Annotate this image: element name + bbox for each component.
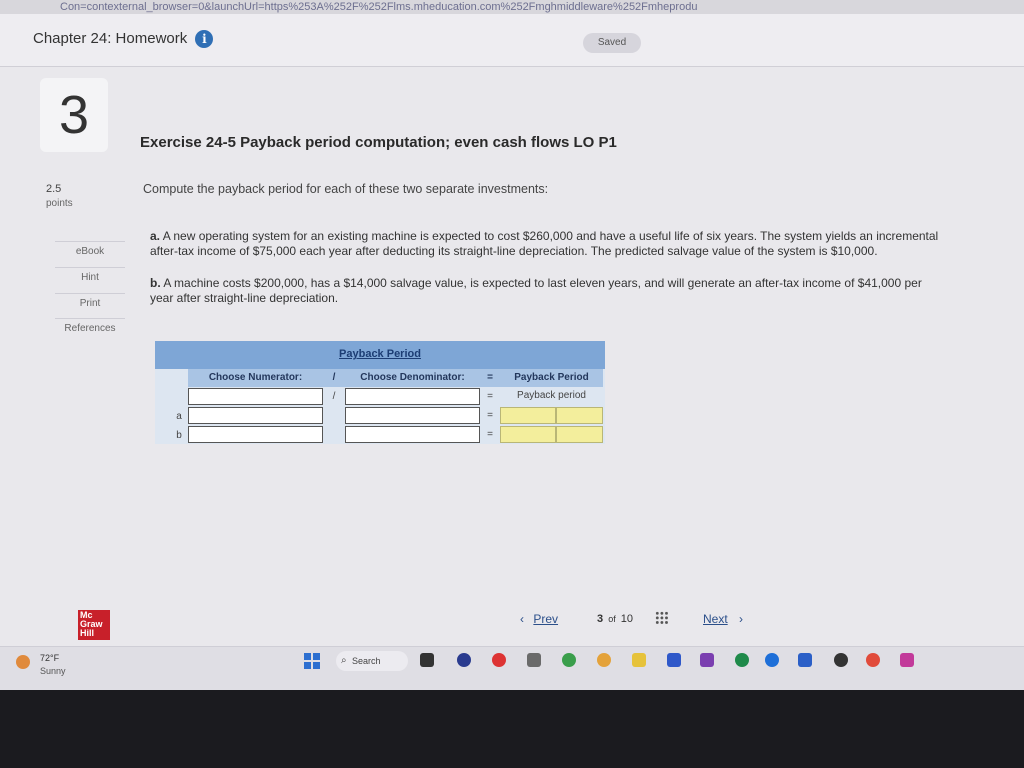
url-text: Con=contexternal_browser=0&launchUrl=htt… [60, 1, 698, 13]
chapter-title: Chapter 24: Homework i [33, 30, 214, 49]
chrome-icon[interactable] [492, 653, 506, 667]
weather-sun-icon[interactable] [16, 655, 30, 669]
part-a-label: a. [150, 229, 161, 243]
file-explorer-icon[interactable] [632, 653, 646, 667]
search-icon: ⌕ [341, 655, 347, 666]
numerator-header: Choose Numerator: [188, 369, 323, 387]
row-b-equals: = [487, 429, 493, 440]
denominator-header: Choose Denominator: [345, 369, 480, 387]
search-label: Search [352, 656, 381, 666]
page-current: 3 [597, 613, 604, 625]
ebook-button[interactable]: eBook [55, 241, 125, 262]
row-b-result-unit[interactable] [556, 426, 603, 443]
points-value: 2.5 [46, 183, 62, 195]
edge-icon[interactable] [735, 653, 749, 667]
equals-subheader: = [487, 391, 493, 402]
row-a-result-unit[interactable] [556, 407, 603, 424]
row-b-result-input[interactable] [500, 426, 556, 443]
question-number: 3 [40, 78, 108, 152]
task-view-icon[interactable] [420, 653, 434, 667]
denominator-subheader-cell [345, 388, 480, 405]
mcgraw-hill-logo: Mc Graw Hill [78, 610, 110, 640]
app-icon-3[interactable] [900, 653, 914, 667]
row-a-result-input[interactable] [500, 407, 556, 424]
part-a-text: A new operating system for an existing m… [150, 229, 939, 258]
result-header: Payback Period [500, 369, 603, 387]
question-grid-icon[interactable] [655, 611, 669, 625]
next-button[interactable]: Next › [703, 612, 743, 626]
page-indicator: 3 of 10 [597, 613, 633, 625]
chapter-title-text: Chapter 24: Homework [33, 30, 188, 47]
exercise-intro: Compute the payback period for each of t… [143, 182, 549, 196]
exercise-title: Exercise 24-5 Payback period computation… [140, 134, 617, 151]
numerator-subheader-cell [188, 388, 323, 405]
row-a-numerator-input[interactable] [188, 407, 323, 424]
browser-icon[interactable] [562, 653, 576, 667]
settings-icon[interactable] [834, 653, 848, 667]
windows-start-icon[interactable] [304, 653, 320, 669]
windows-taskbar: 72°F Sunny ⌕ Search [0, 646, 1024, 690]
row-b-numerator-input[interactable] [188, 426, 323, 443]
word-icon[interactable] [798, 653, 812, 667]
part-a: a. A new operating system for an existin… [150, 229, 940, 259]
chrome-icon-2[interactable] [866, 653, 880, 667]
hint-button[interactable]: Hint [55, 267, 125, 288]
store-icon[interactable] [667, 653, 681, 667]
equals-header: = [480, 369, 500, 387]
divide-header: / [323, 369, 345, 387]
part-b-text: A machine costs $200,000, has a $14,000 … [150, 276, 922, 305]
page-total: 10 [620, 613, 634, 625]
row-b-denominator-input[interactable] [345, 426, 480, 443]
screen: Con=contexternal_browser=0&launchUrl=htt… [0, 0, 1024, 690]
prev-button[interactable]: ‹ Prev [520, 612, 558, 626]
part-b: b. A machine costs $200,000, has a $14,0… [150, 276, 940, 306]
page-of: of [608, 614, 616, 624]
payback-worksheet: Payback Period Choose Numerator: / Choos… [155, 341, 605, 444]
worksheet-title[interactable]: Payback Period [155, 348, 605, 360]
row-a-equals: = [487, 410, 493, 421]
weather-condition: Sunny [40, 666, 66, 676]
app-icon-2[interactable] [765, 653, 779, 667]
taskbar-search[interactable]: ⌕ Search [336, 651, 408, 671]
references-button[interactable]: References [55, 318, 125, 339]
points-label: points [46, 198, 73, 209]
music-icon[interactable] [597, 653, 611, 667]
assignment-header: Chapter 24: Homework i Saved [0, 14, 1024, 67]
weather-temperature: 72°F [40, 653, 60, 663]
chevron-left-icon: ‹ [520, 612, 524, 626]
chat-icon[interactable] [457, 653, 471, 667]
chevron-right-icon: › [739, 612, 744, 626]
info-icon[interactable]: i [195, 30, 214, 49]
address-bar[interactable]: Con=contexternal_browser=0&launchUrl=htt… [0, 0, 1024, 14]
result-subheader: Payback period [500, 388, 603, 405]
print-button[interactable]: Print [55, 293, 125, 314]
next-label: Next [703, 612, 728, 626]
row-b-label: b [176, 430, 182, 441]
row-a-label: a [176, 411, 182, 422]
worksheet-header: Payback Period [155, 341, 605, 369]
divide-subheader: / [332, 391, 336, 402]
app-icon[interactable] [700, 653, 714, 667]
mail-icon[interactable] [527, 653, 541, 667]
part-b-label: b. [150, 276, 161, 290]
saved-status-badge: Saved [583, 33, 641, 53]
prev-label: Prev [533, 612, 559, 626]
row-a-denominator-input[interactable] [345, 407, 480, 424]
